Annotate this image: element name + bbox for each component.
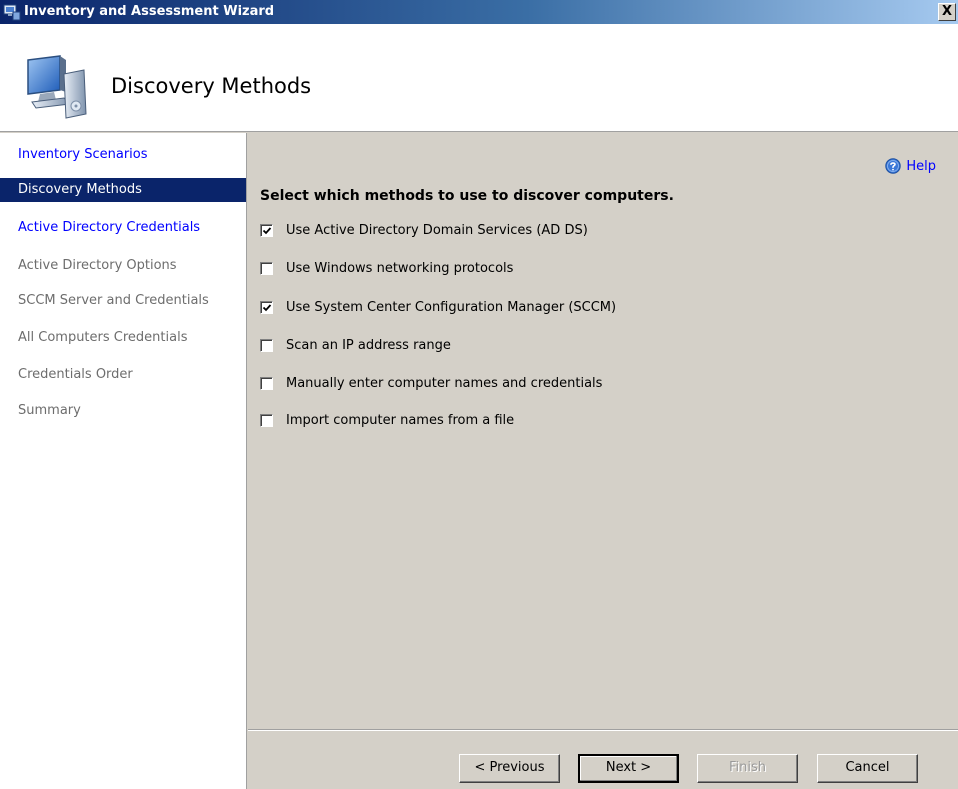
finish-button: Finish <box>697 754 798 783</box>
ad-ds-label: Use Active Directory Domain Services (AD… <box>286 223 588 238</box>
checkmark-icon <box>262 304 272 312</box>
sidebar-item-summary: Summary <box>18 403 81 418</box>
help-link[interactable]: Help <box>885 158 936 174</box>
import-file-label: Import computer names from a file <box>286 413 515 428</box>
window-title: Inventory and Assessment Wizard <box>24 4 275 19</box>
close-button[interactable]: X <box>938 3 956 21</box>
option-manual-entry[interactable]: Manually enter computer names and creden… <box>260 376 602 391</box>
sidebar-item-active-directory-options: Active Directory Options <box>18 258 177 273</box>
sidebar-item-sccm-server-credentials: SCCM Server and Credentials <box>18 293 209 308</box>
windows-networking-label: Use Windows networking protocols <box>286 261 514 276</box>
title-bar: Inventory and Assessment Wizard X <box>0 0 958 24</box>
sidebar-item-discovery-methods[interactable]: Discovery Methods <box>0 178 246 202</box>
ip-range-label: Scan an IP address range <box>286 338 451 353</box>
manual-entry-checkbox[interactable] <box>260 377 273 390</box>
manual-entry-label: Manually enter computer names and creden… <box>286 376 603 391</box>
sccm-label: Use System Center Configuration Manager … <box>286 300 617 315</box>
main-content: Help Select which methods to use to disc… <box>248 133 958 729</box>
previous-button[interactable]: < Previous <box>459 754 560 783</box>
windows-networking-checkbox[interactable] <box>260 262 273 275</box>
option-ip-range[interactable]: Scan an IP address range <box>260 338 451 353</box>
option-ad-ds[interactable]: Use Active Directory Domain Services (AD… <box>260 223 588 238</box>
ip-range-checkbox[interactable] <box>260 339 273 352</box>
sidebar-item-credentials-order: Credentials Order <box>18 367 133 382</box>
sidebar-item-all-computers-credentials: All Computers Credentials <box>18 330 188 345</box>
checkmark-icon <box>262 227 272 235</box>
section-heading: Select which methods to use to discover … <box>260 188 674 204</box>
app-icon <box>3 4 21 21</box>
wizard-footer: < Previous Next > Finish Cancel <box>248 729 958 789</box>
next-button[interactable]: Next > <box>578 754 679 783</box>
wizard-header: Discovery Methods <box>0 24 958 132</box>
import-file-checkbox[interactable] <box>260 414 273 427</box>
option-sccm[interactable]: Use System Center Configuration Manager … <box>260 300 616 315</box>
computer-wizard-icon <box>27 55 87 119</box>
sidebar-item-inventory-scenarios[interactable]: Inventory Scenarios <box>6 143 246 167</box>
sccm-checkbox[interactable] <box>260 301 273 314</box>
help-icon <box>885 158 902 174</box>
ad-ds-checkbox[interactable] <box>260 224 273 237</box>
cancel-button[interactable]: Cancel <box>817 754 918 783</box>
help-label: Help <box>906 158 936 174</box>
wizard-step-sidebar: Inventory Scenarios Discovery Methods Ac… <box>0 133 247 789</box>
option-import-file[interactable]: Import computer names from a file <box>260 413 514 428</box>
page-title: Discovery Methods <box>111 74 312 98</box>
option-windows-networking[interactable]: Use Windows networking protocols <box>260 261 513 276</box>
sidebar-item-active-directory-credentials[interactable]: Active Directory Credentials <box>6 216 246 240</box>
